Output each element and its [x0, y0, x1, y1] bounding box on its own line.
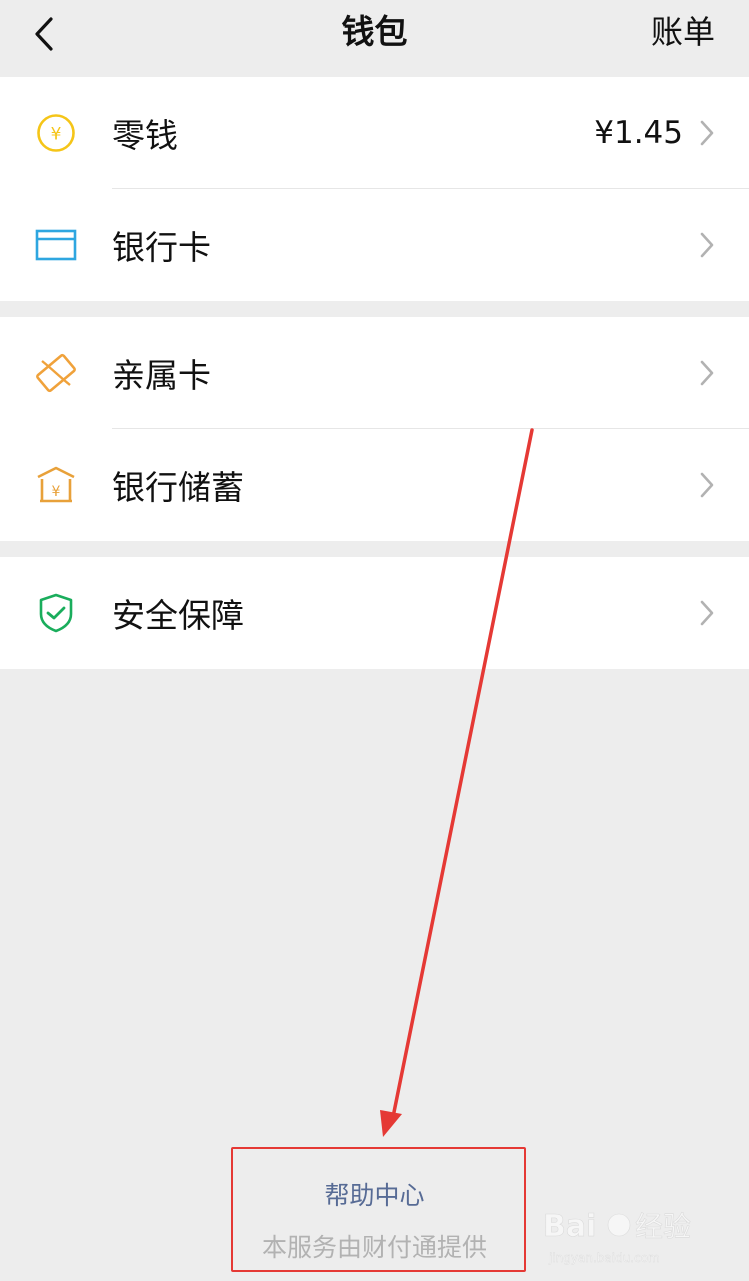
yuan-coin-icon: ¥ [34, 111, 78, 155]
wallet-group-family: 亲属卡 ¥ 银行储蓄 [0, 317, 749, 541]
list-item-label: 亲属卡 [112, 356, 211, 395]
wallet-group-security: 安全保障 [0, 557, 749, 669]
chevron-right-icon [697, 117, 717, 149]
chevron-right-icon [697, 357, 717, 389]
bank-card-icon [34, 223, 78, 267]
chevron-right-icon [697, 597, 717, 629]
shield-check-icon [34, 591, 78, 635]
svg-text:jingyan.baidu.com: jingyan.baidu.com [548, 1251, 660, 1265]
navigation-bar: 钱包 账单 [0, 0, 749, 76]
list-item-label: 安全保障 [112, 596, 244, 635]
family-card-icon [34, 351, 78, 395]
list-item-security[interactable]: 安全保障 [0, 557, 749, 669]
list-item-family-card[interactable]: 亲属卡 [0, 317, 749, 429]
list-item-label: 银行储蓄 [112, 468, 244, 507]
list-item-label: 零钱 [112, 116, 178, 155]
list-item-label: 银行卡 [112, 228, 211, 267]
svg-text:¥: ¥ [52, 484, 61, 500]
chevron-right-icon [697, 229, 717, 261]
bank-savings-icon: ¥ [34, 463, 78, 507]
list-item-bank-card[interactable]: 银行卡 [0, 189, 749, 301]
svg-text:经验: 经验 [635, 1210, 691, 1243]
list-item-bank-savings[interactable]: ¥ 银行储蓄 [0, 429, 749, 541]
watermark-logo: Bai 经验 jingyan.baidu.com [543, 1209, 692, 1266]
bill-button[interactable]: 账单 [651, 10, 715, 54]
page-title: 钱包 [341, 12, 408, 51]
svg-text:Bai: Bai [543, 1209, 596, 1244]
list-item-change[interactable]: ¥ 零钱 ¥1.45 [0, 77, 749, 189]
svg-text:¥: ¥ [51, 125, 62, 145]
balance-value: ¥1.45 [594, 115, 683, 151]
chevron-right-icon [697, 469, 717, 501]
wallet-group-balance: ¥ 零钱 ¥1.45 银行卡 [0, 77, 749, 301]
